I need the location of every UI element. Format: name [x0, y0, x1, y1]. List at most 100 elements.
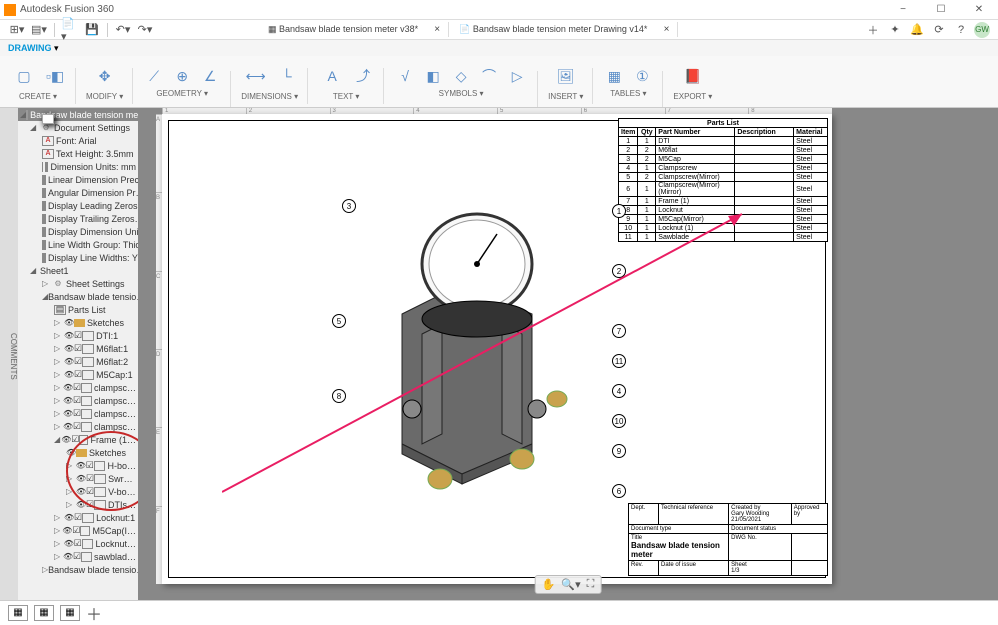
- table-row[interactable]: 41ClampscrewSteel: [619, 164, 828, 173]
- balloon[interactable]: 9: [612, 444, 626, 458]
- setting-item[interactable]: Display Leading Zeros…: [18, 199, 138, 212]
- apps-grid-icon[interactable]: ⊞▾: [8, 22, 26, 38]
- group-label[interactable]: GEOMETRY ▾: [156, 89, 208, 98]
- maximize-button[interactable]: [926, 1, 956, 19]
- group-label[interactable]: CREATE ▾: [19, 92, 57, 101]
- balloon[interactable]: 10: [612, 414, 626, 428]
- sheet-tab-3[interactable]: ▦: [60, 605, 80, 621]
- balloon[interactable]: 6: [612, 484, 626, 498]
- body-node[interactable]: ▷👁☑V-bo…: [18, 485, 138, 498]
- component-node[interactable]: ▷👁☑clampsc…: [18, 407, 138, 420]
- doc-tab-drawing[interactable]: 📄 Bandsaw blade tension meter Drawing v1…: [449, 22, 678, 37]
- pan-icon[interactable]: ✋: [542, 578, 556, 591]
- balloon[interactable]: 1: [612, 204, 626, 218]
- balloon[interactable]: 4: [612, 384, 626, 398]
- component-node[interactable]: ▷👁☑M6flat:2: [18, 355, 138, 368]
- data-panel-icon[interactable]: ▤▾: [30, 22, 48, 38]
- component-node[interactable]: ▷👁☑clampsc…: [18, 420, 138, 433]
- taper-icon[interactable]: ▷: [506, 65, 528, 87]
- centermark-icon[interactable]: ⊕: [171, 65, 193, 87]
- table-row[interactable]: 32M5CapSteel: [619, 155, 828, 164]
- component-node[interactable]: ▷👁☑clampsc…: [18, 381, 138, 394]
- table-row[interactable]: 11DTISteel: [619, 137, 828, 146]
- weld-icon[interactable]: ⌒: [478, 65, 500, 87]
- table-row[interactable]: 91M5Cap(Mirror)Steel: [619, 215, 828, 224]
- setting-item[interactable]: Dimension Units: mm: [18, 160, 138, 173]
- drawing-view-node[interactable]: ▷Bandsaw blade tensio…: [18, 563, 138, 576]
- component-node[interactable]: ▷👁☑Locknut…: [18, 537, 138, 550]
- redo-icon[interactable]: ↷▾: [136, 22, 154, 38]
- table-icon[interactable]: ▦: [603, 65, 625, 87]
- user-avatar[interactable]: GW: [974, 22, 990, 38]
- centerline-icon[interactable]: ⟋: [143, 65, 165, 87]
- close-tab-icon[interactable]: ×: [664, 24, 670, 35]
- surface-icon[interactable]: √: [394, 65, 416, 87]
- table-row[interactable]: 22M6flatSteel: [619, 146, 828, 155]
- balloon[interactable]: 8: [332, 389, 346, 403]
- balloon[interactable]: 2: [612, 264, 626, 278]
- balloon[interactable]: 5: [332, 314, 346, 328]
- component-node[interactable]: ▷👁☑DTI:1: [18, 329, 138, 342]
- sheet-node[interactable]: ◢Sheet1: [18, 264, 138, 277]
- component-node[interactable]: ▷👁☑M5Cap(I…: [18, 524, 138, 537]
- title-block[interactable]: Dept.Technical referenceCreated byGary W…: [628, 503, 828, 576]
- fit-icon[interactable]: ⛶: [587, 578, 595, 591]
- table-row[interactable]: 81LocknutSteel: [619, 206, 828, 215]
- table-row[interactable]: 52Clampscrew(Mirror)Steel: [619, 173, 828, 182]
- text-icon[interactable]: A: [318, 62, 346, 90]
- ordinate-icon[interactable]: └: [276, 65, 298, 87]
- balloon[interactable]: 11: [612, 354, 626, 368]
- body-node[interactable]: ▷👁☑Swr…: [18, 472, 138, 485]
- setting-item[interactable]: Display Dimension Unit…: [18, 225, 138, 238]
- extensions-icon[interactable]: ✦: [886, 22, 904, 38]
- setting-item[interactable]: Linear Dimension Prec…: [18, 173, 138, 186]
- group-label[interactable]: TEXT ▾: [333, 92, 360, 101]
- group-label[interactable]: EXPORT ▾: [673, 92, 712, 101]
- group-label[interactable]: TABLES ▾: [610, 89, 646, 98]
- pdf-icon[interactable]: 📕: [679, 62, 707, 90]
- group-label[interactable]: INSERT ▾: [548, 92, 583, 101]
- sketches-folder[interactable]: 👁Sketches: [18, 446, 138, 459]
- group-label[interactable]: SYMBOLS ▾: [439, 89, 484, 98]
- datum-icon[interactable]: ◇: [450, 65, 472, 87]
- setting-item[interactable]: Display Line Widths: Y…: [18, 251, 138, 264]
- group-label[interactable]: DIMENSIONS ▾: [241, 92, 298, 101]
- doc-tab-model[interactable]: ▦ Bandsaw blade tension meter v38*×: [258, 22, 449, 37]
- browser-root[interactable]: ◢Bandsaw blade tension meter…: [18, 108, 138, 121]
- component-node[interactable]: ▷👁☑M6flat:1: [18, 342, 138, 355]
- workspace-switcher[interactable]: DRAWING ▾: [0, 40, 998, 56]
- body-node[interactable]: ▷👁☑DTIs…: [18, 498, 138, 511]
- table-row[interactable]: 101Locknut (1)Steel: [619, 224, 828, 233]
- fcf-icon[interactable]: ◧: [422, 65, 444, 87]
- parts-list-node[interactable]: ▤Parts List: [18, 303, 138, 316]
- drawing-view-node[interactable]: ◢Bandsaw blade tensio…: [18, 290, 138, 303]
- component-node[interactable]: ▷👁☑Locknut:1: [18, 511, 138, 524]
- comments-strip[interactable]: COMMENTS: [0, 108, 18, 600]
- setting-item[interactable]: AText Height: 3.5mm: [18, 147, 138, 160]
- edge-ext-icon[interactable]: ∠: [199, 65, 221, 87]
- save-icon[interactable]: 💾: [83, 22, 101, 38]
- dimension-icon[interactable]: ⟷: [242, 62, 270, 90]
- close-button[interactable]: [964, 1, 994, 19]
- sheet-tab-1[interactable]: ▦: [8, 605, 28, 621]
- move-icon[interactable]: ✥: [91, 62, 119, 90]
- setting-item[interactable]: Angular Dimension Pr…: [18, 186, 138, 199]
- group-label[interactable]: MODIFY ▾: [86, 92, 123, 101]
- balloon-icon[interactable]: ①: [631, 65, 653, 87]
- setting-item[interactable]: AFont: Arial: [18, 134, 138, 147]
- zoom-icon[interactable]: 🔍▾: [561, 578, 580, 591]
- drawing-view[interactable]: 1 2 3 4 5 6 7 8 9 10 11: [332, 184, 632, 514]
- projected-view-icon[interactable]: ▫◧: [44, 65, 66, 87]
- document-settings[interactable]: ◢⚙Document Settings: [18, 121, 138, 134]
- setting-item[interactable]: Display Trailing Zeros…: [18, 212, 138, 225]
- sheet-settings[interactable]: ▷⚙Sheet Settings: [18, 277, 138, 290]
- drawing-canvas[interactable]: 12345678 ABCDEF Parts List ItemQtyPart N…: [138, 108, 998, 600]
- table-row[interactable]: 61Clampscrew(Mirror)(Mirror)Steel: [619, 182, 828, 197]
- body-node[interactable]: ▷👁☑H-bo…: [18, 459, 138, 472]
- job-status-icon[interactable]: ⟳: [930, 22, 948, 38]
- balloon[interactable]: 7: [612, 324, 626, 338]
- notifications-icon[interactable]: 🔔: [908, 22, 926, 38]
- frame-node[interactable]: ◢👁☑Frame (1…: [18, 433, 138, 446]
- add-sheet-button[interactable]: ＋: [86, 601, 102, 625]
- table-row[interactable]: 71Frame (1)Steel: [619, 197, 828, 206]
